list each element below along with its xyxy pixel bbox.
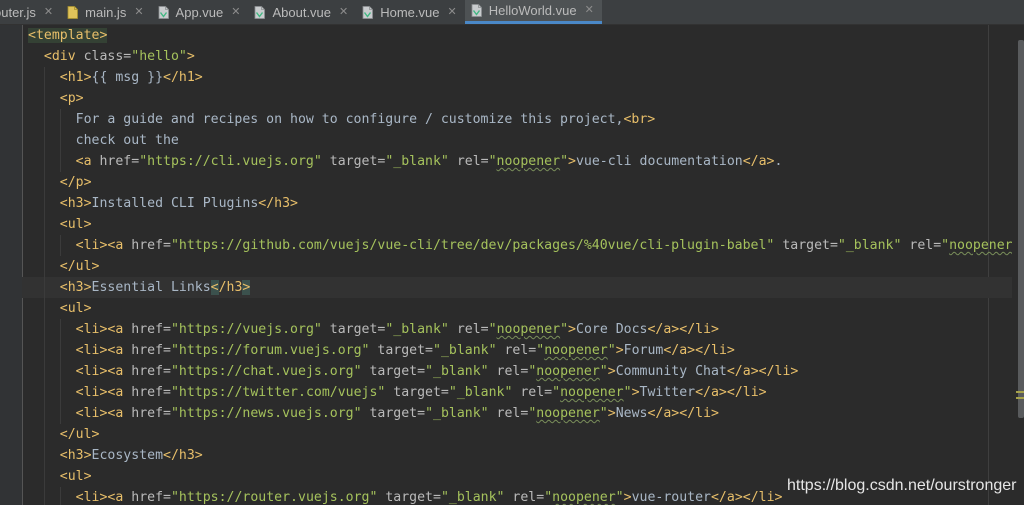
close-icon[interactable]: ✕ — [231, 6, 240, 18]
indent-guide — [44, 445, 45, 466]
tab-main-js[interactable]: main.js ✕ — [61, 0, 151, 24]
tab-label: Home.vue — [380, 4, 440, 20]
indent-guide — [60, 382, 61, 403]
indent-guide — [44, 214, 45, 235]
code-line[interactable]: </p> — [28, 172, 1024, 193]
indent-guide — [44, 319, 45, 340]
code-line[interactable]: <h3>Installed CLI Plugins</h3> — [28, 193, 1024, 214]
indent-guide — [60, 487, 61, 505]
indent-guide — [44, 151, 45, 172]
code-line[interactable]: <div class="hello"> — [28, 46, 1024, 67]
vue-file-icon — [471, 4, 482, 17]
code-line[interactable]: <li><a href="https://chat.vuejs.org" tar… — [28, 361, 1024, 382]
indent-guide — [44, 403, 45, 424]
indent-guide — [44, 298, 45, 319]
tab-router-js[interactable]: outer.js ✕ — [0, 0, 61, 24]
ide-window: outer.js✕main.js✕App.vue✕About.vue✕Home.… — [0, 0, 1024, 505]
code-line[interactable]: <ul> — [28, 298, 1024, 319]
scrollbar-thumb[interactable] — [1018, 40, 1024, 418]
indent-guide — [44, 130, 45, 151]
tab-label: App.vue — [175, 4, 224, 20]
indent-guide — [60, 235, 61, 256]
close-icon[interactable]: ✕ — [134, 6, 143, 18]
code-line[interactable]: <ul> — [28, 214, 1024, 235]
indent-guide — [44, 361, 45, 382]
js-file-icon — [67, 5, 79, 19]
tab-label: main.js — [85, 4, 127, 20]
code-line[interactable]: <li><a href="https://github.com/vuejs/vu… — [28, 235, 1024, 256]
close-icon[interactable]: ✕ — [44, 6, 53, 18]
indent-guide — [44, 193, 45, 214]
code-line[interactable]: <li><a href="https://twitter.com/vuejs" … — [28, 382, 1024, 403]
close-icon[interactable]: ✕ — [585, 5, 594, 16]
indent-guide — [44, 256, 45, 277]
indent-guide — [44, 172, 45, 193]
indent-guide — [60, 403, 61, 424]
editor-gutter[interactable] — [0, 25, 23, 505]
indent-guide — [44, 382, 45, 403]
indent-guide — [44, 88, 45, 109]
indent-guide — [44, 487, 45, 505]
indent-guide — [44, 235, 45, 256]
vue-file-icon — [254, 5, 266, 19]
code-line[interactable]: <h3>Essential Links</h3> — [22, 277, 1024, 298]
code-line[interactable]: </ul> — [28, 256, 1024, 277]
code-line[interactable]: <h1>{{ msg }}</h1> — [28, 67, 1024, 88]
code-line[interactable]: <h3>Ecosystem</h3> — [28, 445, 1024, 466]
indent-guide — [44, 109, 45, 130]
scrollbar-warning-mark[interactable] — [1016, 397, 1024, 399]
code-line[interactable]: <li><a href="https://forum.vuejs.org" ta… — [28, 340, 1024, 361]
code-line[interactable]: <template> — [28, 25, 1024, 46]
editor-tab-bar: outer.js✕main.js✕App.vue✕About.vue✕Home.… — [0, 0, 1024, 25]
code-line[interactable]: <p> — [28, 88, 1024, 109]
code-line[interactable]: </ul> — [28, 424, 1024, 445]
tab-about-vue[interactable]: About.vue ✕ — [248, 0, 356, 24]
watermark-text: https://blog.csdn.net/ourstronger — [787, 477, 1017, 494]
indent-guide — [60, 319, 61, 340]
code-area[interactable]: <template> <div class="hello"> <h1>{{ ms… — [22, 25, 1024, 505]
close-icon[interactable]: ✕ — [447, 6, 456, 18]
vue-file-icon — [362, 5, 374, 19]
indent-guide — [44, 340, 45, 361]
vue-file-icon — [158, 5, 169, 19]
code-line[interactable]: <a href="https://cli.vuejs.org" target="… — [28, 151, 1024, 172]
code-line[interactable]: <li><a href="https://vuejs.org" target="… — [28, 319, 1024, 340]
indent-guide — [60, 109, 61, 130]
tab-label: About.vue — [272, 4, 332, 20]
indent-guide — [44, 277, 45, 298]
indent-guide — [60, 151, 61, 172]
indent-guide — [60, 130, 61, 151]
code-line[interactable]: For a guide and recipes on how to config… — [28, 109, 1024, 130]
tab-helloworld-vue[interactable]: HelloWorld.vue ✕ — [464, 0, 602, 24]
indent-guide — [60, 340, 61, 361]
code-line[interactable]: check out the — [28, 130, 1024, 151]
code-editor[interactable]: <template> <div class="hello"> <h1>{{ ms… — [0, 25, 1024, 505]
tab-label: outer.js — [0, 4, 36, 20]
tab-home-vue[interactable]: Home.vue ✕ — [356, 0, 464, 24]
indent-guide — [60, 361, 61, 382]
indent-guide — [44, 424, 45, 445]
tab-app-vue[interactable]: App.vue ✕ — [152, 0, 249, 24]
code-line[interactable]: <li><a href="https://news.vuejs.org" tar… — [28, 403, 1024, 424]
close-icon[interactable]: ✕ — [339, 6, 348, 18]
indent-guide — [44, 466, 45, 487]
indent-guide — [44, 67, 45, 88]
scrollbar-warning-mark[interactable] — [1016, 391, 1024, 393]
tab-label: HelloWorld.vue — [488, 3, 577, 18]
